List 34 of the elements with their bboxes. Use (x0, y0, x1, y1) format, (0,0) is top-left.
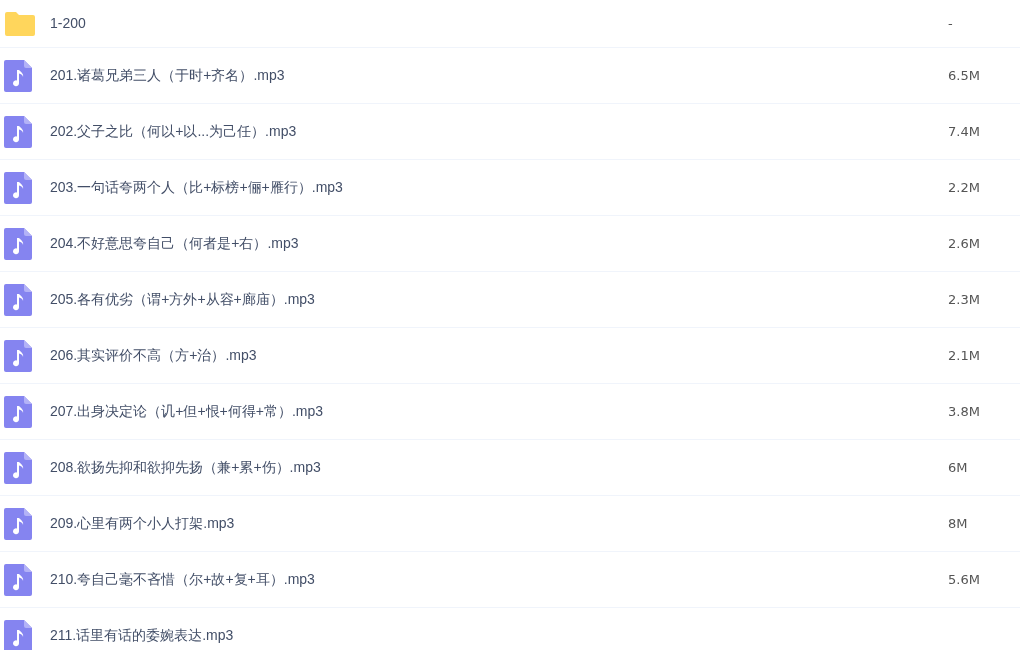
music-file-icon (4, 507, 32, 540)
music-file-icon (4, 227, 32, 260)
file-name[interactable]: 201.诸葛兄弟三人（于时+齐名）.mp3 (50, 65, 285, 86)
music-file-icon (4, 115, 32, 148)
music-file-icon (4, 171, 32, 204)
file-size: 2.6M (948, 234, 981, 253)
file-size: 2.2M (948, 178, 981, 197)
music-file-icon (4, 283, 32, 316)
file-name[interactable]: 205.各有优劣（谓+方外+从容+廊庙）.mp3 (50, 289, 315, 310)
music-file-icon (4, 563, 32, 596)
file-size: - (948, 14, 954, 33)
file-name[interactable]: 204.不好意思夸自己（何者是+右）.mp3 (50, 233, 299, 254)
file-size: 7.4M (948, 122, 981, 141)
music-file-icon (4, 395, 32, 428)
file-name[interactable]: 210.夸自己毫不吝惜（尔+故+复+耳）.mp3 (50, 569, 315, 590)
file-name[interactable]: 208.欲扬先抑和欲抑先扬（兼+累+伤）.mp3 (50, 457, 321, 478)
file-name[interactable]: 211.话里有话的委婉表达.mp3 (50, 625, 234, 646)
file-name[interactable]: 206.其实评价不高（方+治）.mp3 (50, 345, 257, 366)
music-file-icon (4, 59, 32, 92)
folder-icon (4, 10, 36, 37)
file-name[interactable]: 203.一句话夸两个人（比+标榜+俪+雁行）.mp3 (50, 177, 343, 198)
music-file-icon (4, 339, 32, 372)
file-name[interactable]: 209.心里有两个小人打架.mp3 (50, 513, 235, 534)
music-file-icon (4, 451, 32, 484)
file-size: 6.5M (948, 66, 981, 85)
file-size: 5.6M (948, 570, 981, 589)
file-name[interactable]: 207.出身决定论（讥+但+恨+何得+常）.mp3 (50, 401, 324, 422)
file-size: 2.1M (948, 346, 981, 365)
file-size: 2.3M (948, 290, 981, 309)
file-size: 8M (948, 514, 969, 533)
file-name[interactable]: 1-200 (50, 13, 86, 34)
file-size: 6M (948, 458, 969, 477)
file-size: 3.8M (948, 402, 981, 421)
file-name[interactable]: 202.父子之比（何以+以...为己任）.mp3 (50, 121, 297, 142)
